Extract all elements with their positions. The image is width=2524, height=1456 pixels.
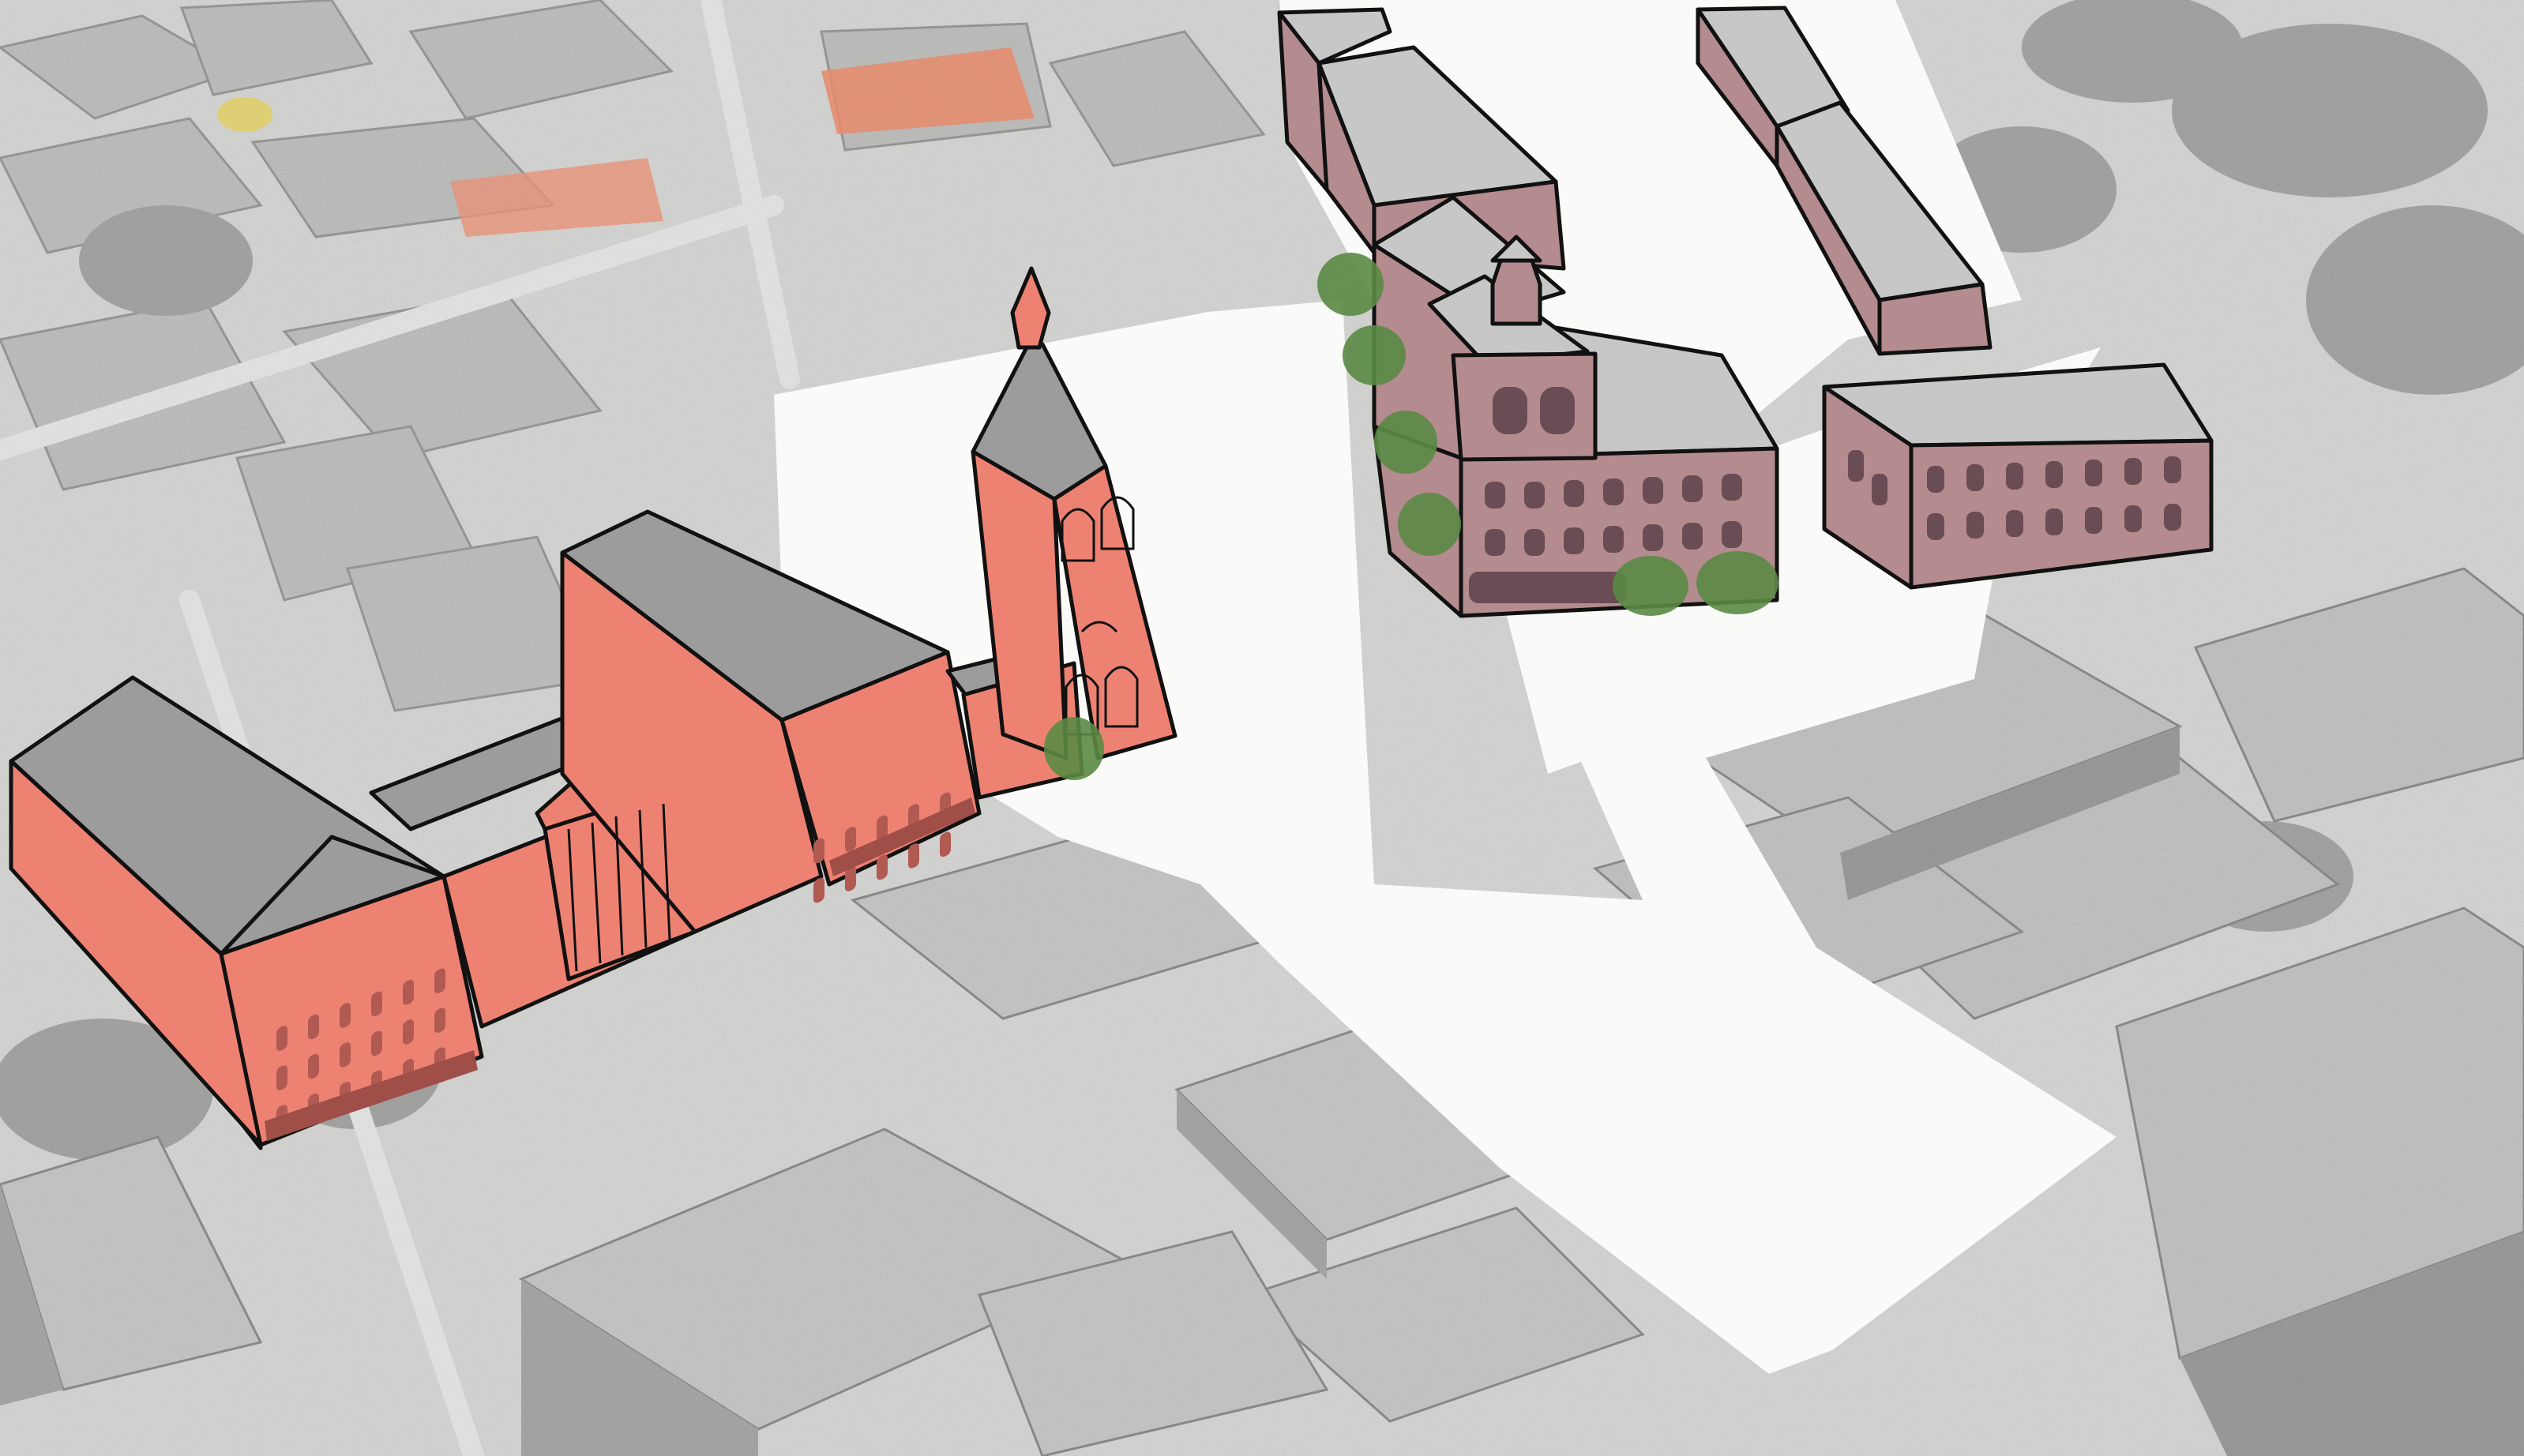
pavilion-cupola xyxy=(1490,258,1542,326)
tree xyxy=(1343,325,1406,385)
tree xyxy=(1044,717,1104,780)
tree xyxy=(1696,551,1778,614)
site-sketch xyxy=(0,0,2524,1456)
tree xyxy=(1374,411,1437,474)
tree xyxy=(1317,253,1384,316)
tree xyxy=(1613,556,1688,616)
tree xyxy=(1398,493,1461,556)
